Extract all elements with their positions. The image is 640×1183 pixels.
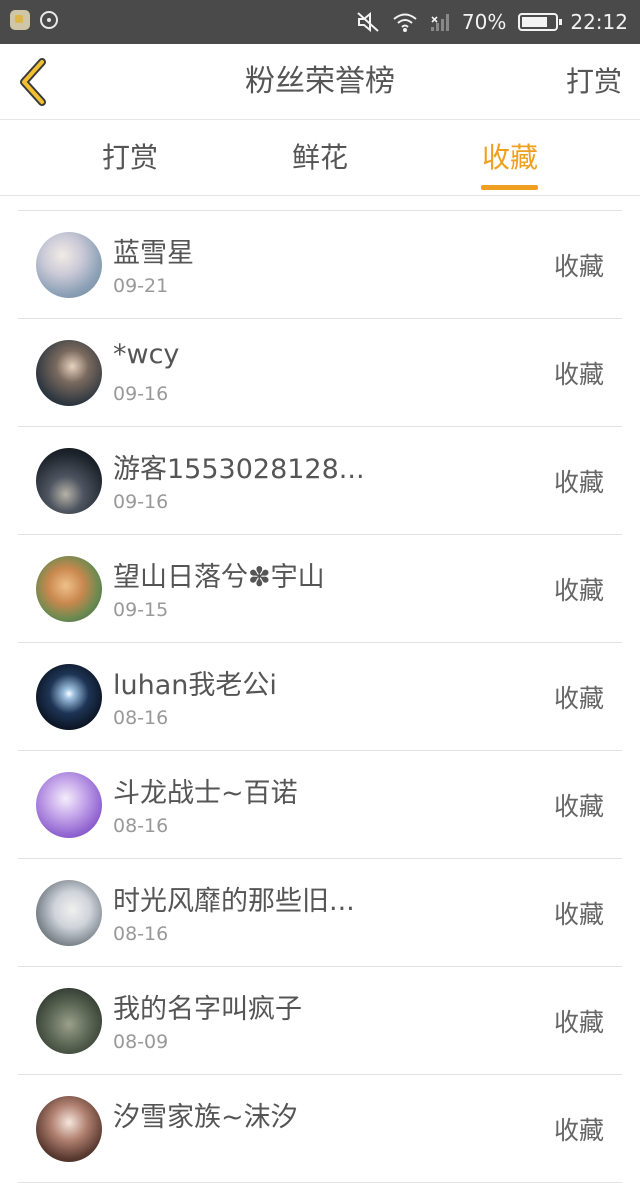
fan-name: 游客1553028128... <box>113 454 365 485</box>
signal-icon <box>430 11 450 33</box>
list-item[interactable]: 汐雪家族~沫汐 收藏 <box>18 1075 622 1183</box>
fan-list[interactable]: 蓝雪星 09-21 收藏 *wcy 09-16 收藏 游客1553028128.… <box>18 210 622 1183</box>
tab-flowers[interactable]: 鲜花 <box>250 120 390 196</box>
battery-icon <box>518 13 563 31</box>
list-item[interactable]: 斗龙战士~百诺 08-16 收藏 <box>18 751 622 859</box>
fan-name: 斗龙战士~百诺 <box>113 778 298 809</box>
list-item[interactable]: luhan我老公i 08-16 收藏 <box>18 643 622 751</box>
list-item[interactable]: 时光风靡的那些旧... 08-16 收藏 <box>18 859 622 967</box>
list-item[interactable]: 游客1553028128... 09-16 收藏 <box>18 427 622 535</box>
clock-time: 22:12 <box>570 10 628 34</box>
list-item[interactable]: 我的名字叫疯子 08-09 收藏 <box>18 967 622 1075</box>
fan-name: 我的名字叫疯子 <box>113 994 302 1025</box>
tab-bar: 打赏 鲜花 收藏 <box>0 120 640 196</box>
list-item[interactable]: *wcy 09-16 收藏 <box>18 319 622 427</box>
wifi-icon <box>392 11 418 33</box>
fan-date: 08-16 <box>113 815 169 837</box>
fan-date: 09-21 <box>113 275 169 297</box>
action-label: 收藏 <box>553 1008 604 1037</box>
fan-name: *wcy <box>113 339 180 370</box>
fan-date: 08-16 <box>113 707 169 729</box>
avatar[interactable] <box>36 1096 102 1162</box>
action-label: 收藏 <box>553 252 604 281</box>
tab-reward[interactable]: 打赏 <box>60 120 200 196</box>
fan-name: 时光风靡的那些旧... <box>113 886 355 917</box>
status-bar: 70% 22:12 <box>0 0 640 44</box>
fan-date: 09-16 <box>113 491 169 513</box>
notification-icons <box>10 10 58 30</box>
action-label: 收藏 <box>553 360 604 389</box>
mute-icon <box>356 11 380 33</box>
chevron-left-icon <box>20 58 46 106</box>
avatar[interactable] <box>36 232 102 298</box>
fan-date: 09-15 <box>113 599 169 621</box>
app-header: 粉丝荣誉榜 打赏 <box>0 44 640 120</box>
fan-name: 汐雪家族~沫汐 <box>113 1102 298 1133</box>
avatar[interactable] <box>36 772 102 838</box>
reward-button[interactable]: 打赏 <box>566 44 622 120</box>
avatar[interactable] <box>36 880 102 946</box>
fan-name: luhan我老公i <box>113 670 277 701</box>
app-notification-icon <box>10 10 30 30</box>
action-label: 收藏 <box>553 684 604 713</box>
fan-name: 望山日落兮✽宇山 <box>113 562 325 593</box>
back-button[interactable] <box>14 58 54 106</box>
fan-date: 08-09 <box>113 1031 169 1053</box>
avatar[interactable] <box>36 340 102 406</box>
avatar[interactable] <box>36 556 102 622</box>
action-label: 收藏 <box>553 576 604 605</box>
active-tab-indicator <box>481 185 538 190</box>
list-item[interactable]: 望山日落兮✽宇山 09-15 收藏 <box>18 535 622 643</box>
fan-name: 蓝雪星 <box>113 238 194 269</box>
battery-percentage: 70% <box>461 10 507 34</box>
action-label: 收藏 <box>553 1116 604 1145</box>
avatar[interactable] <box>36 448 102 514</box>
action-label: 收藏 <box>553 900 604 929</box>
action-label: 收藏 <box>553 792 604 821</box>
avatar[interactable] <box>36 988 102 1054</box>
page-title: 粉丝荣誉榜 <box>245 64 395 99</box>
fan-date: 08-16 <box>113 923 169 945</box>
action-label: 收藏 <box>553 468 604 497</box>
list-item[interactable]: 蓝雪星 09-21 收藏 <box>18 211 622 319</box>
music-disc-icon <box>40 11 58 29</box>
fan-date: 09-16 <box>113 383 169 405</box>
avatar[interactable] <box>36 664 102 730</box>
